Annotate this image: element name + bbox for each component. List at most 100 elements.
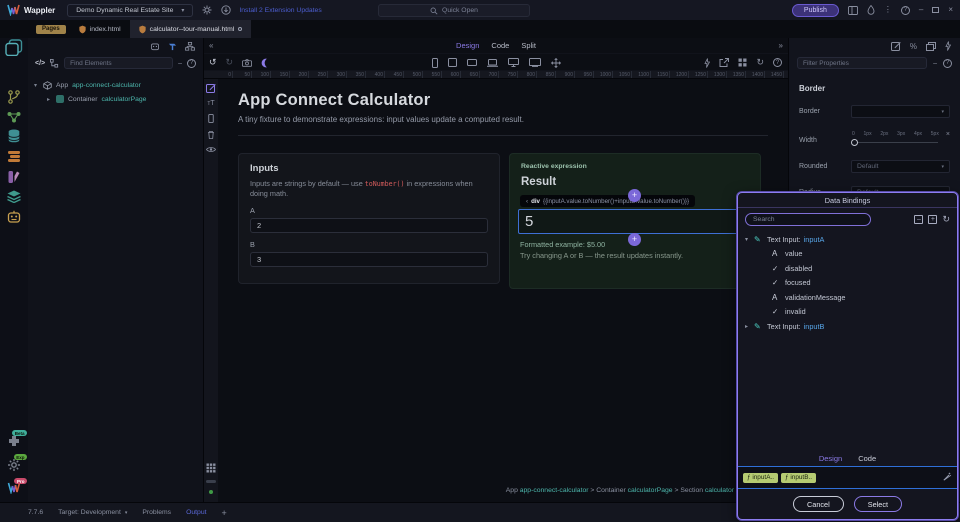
layout-columns-icon[interactable] xyxy=(848,6,858,15)
refresh-bindings-icon[interactable]: ↻ xyxy=(942,215,950,224)
chevron-right-icon[interactable]: ▸ xyxy=(745,323,754,330)
extension-updates-link[interactable]: Install 2 Extension Updates xyxy=(239,7,321,14)
clear-width-icon[interactable]: × xyxy=(946,131,950,138)
settings-panel-gear-icon[interactable]: Exp xyxy=(7,458,21,472)
panel-resize-handle[interactable] xyxy=(206,480,216,483)
format-painter-icon[interactable] xyxy=(168,42,177,51)
insert-plus-button[interactable]: + xyxy=(628,189,641,202)
device-desktop-icon[interactable] xyxy=(508,58,519,67)
device-phone-landscape-icon[interactable] xyxy=(467,59,477,66)
bindings-search-input[interactable] xyxy=(745,213,871,226)
device-tv-icon[interactable] xyxy=(529,58,541,67)
sitemap-icon[interactable] xyxy=(185,42,195,51)
fit-to-screen-icon[interactable] xyxy=(551,58,561,68)
modified-indicator-icon[interactable] xyxy=(238,27,242,31)
tab-design[interactable]: Design xyxy=(456,41,479,50)
device-phone-icon[interactable] xyxy=(432,58,438,68)
tab-code[interactable]: Code xyxy=(491,41,509,50)
binding-row[interactable]: Avalue xyxy=(738,247,957,262)
components-grid-icon[interactable] xyxy=(738,58,747,67)
chevron-down-icon[interactable]: ▾ xyxy=(745,236,754,243)
font-size-icon[interactable]: TT xyxy=(207,100,214,107)
server-connect-icon[interactable] xyxy=(7,150,21,163)
tab-split[interactable]: Split xyxy=(521,41,536,50)
find-elements-input[interactable] xyxy=(64,57,173,69)
binding-row[interactable]: ✓focused xyxy=(738,276,957,291)
help-icon[interactable]: ? xyxy=(187,59,196,68)
select-button[interactable]: Select xyxy=(854,496,902,512)
edit-element-icon[interactable] xyxy=(206,83,216,93)
add-panel-icon[interactable]: + xyxy=(221,508,226,518)
tree-row-container[interactable]: ▸ Container calculatorPage xyxy=(32,92,199,106)
result-value[interactable]: 5 xyxy=(518,209,751,234)
edit-properties-icon[interactable] xyxy=(891,41,901,51)
cancel-button[interactable]: Cancel xyxy=(793,496,844,512)
expression-chip[interactable]: ƒ inputA.. xyxy=(743,473,778,483)
percent-binding-icon[interactable]: % xyxy=(910,42,917,51)
quick-open-button[interactable]: Quick Open xyxy=(378,4,530,17)
binding-row[interactable]: ✓disabled xyxy=(738,261,957,276)
binding-row[interactable]: AvalidationMessage xyxy=(738,290,957,305)
rounded-dropdown[interactable]: Default▾ xyxy=(851,160,950,173)
output-tab[interactable]: Output xyxy=(186,509,206,516)
extensions-puzzle-icon[interactable]: Beta xyxy=(7,434,21,448)
code-view-icon[interactable]: </> xyxy=(35,60,45,67)
grid-apps-icon[interactable] xyxy=(206,463,216,473)
device-tablet-icon[interactable] xyxy=(448,58,457,67)
wappler-pro-icon[interactable]: Pro xyxy=(7,482,21,494)
help-icon[interactable]: ? xyxy=(943,59,952,68)
publish-button[interactable]: Publish xyxy=(792,4,839,17)
git-branch-icon[interactable] xyxy=(8,90,21,104)
design-tools-icon[interactable] xyxy=(8,170,21,184)
minimize-icon[interactable]: – xyxy=(919,6,923,14)
tab-index-html[interactable]: index.html xyxy=(70,20,130,38)
binding-row[interactable]: ▾✎Text Input:inputA xyxy=(738,232,957,247)
workflow-nodes-icon[interactable] xyxy=(7,111,21,123)
trash-icon[interactable] xyxy=(207,130,215,139)
project-selector[interactable]: Demo Dynamic Real Estate Site ▾ xyxy=(67,4,193,17)
collapse-minus-icon[interactable]: – xyxy=(178,60,182,67)
layers-icon[interactable] xyxy=(7,190,22,203)
expression-field[interactable]: ƒ inputA..ƒ inputB.. xyxy=(738,466,957,489)
dynamic-lightning-icon[interactable] xyxy=(945,41,951,51)
ai-assistant-icon[interactable] xyxy=(150,42,160,51)
target-selector[interactable]: Target: Development xyxy=(58,509,121,516)
back-icon[interactable]: ‹ xyxy=(526,198,528,205)
close-icon[interactable]: × xyxy=(948,6,953,14)
visibility-eye-icon[interactable] xyxy=(206,146,216,153)
kebab-menu-icon[interactable]: ⋮ xyxy=(884,6,892,14)
help-icon[interactable]: ? xyxy=(901,6,910,15)
maximize-icon[interactable] xyxy=(932,7,939,13)
breadcrumb-item[interactable]: calculator xyxy=(705,487,734,494)
update-download-icon[interactable] xyxy=(221,5,231,15)
breadcrumb-item[interactable]: app-connect-calculator xyxy=(520,487,589,494)
input-a-field[interactable] xyxy=(250,218,488,233)
selected-element-toolbar[interactable]: ‹ div {{inputA.value.toNumber()+inputB.v… xyxy=(520,195,695,207)
border-dropdown[interactable]: ▾ xyxy=(851,105,950,118)
tree-view-icon[interactable] xyxy=(50,59,59,68)
tab-code[interactable]: Code xyxy=(858,454,876,463)
device-preview-icon[interactable] xyxy=(208,114,214,123)
stacked-panels-icon[interactable] xyxy=(926,42,936,51)
theme-droplet-icon[interactable] xyxy=(867,5,875,15)
open-in-browser-icon[interactable] xyxy=(719,58,729,67)
problems-tab[interactable]: Problems xyxy=(142,509,171,516)
binding-row[interactable]: ▸✎Text Input:inputB xyxy=(738,319,957,334)
breadcrumb-item[interactable]: calculatorPage xyxy=(628,487,673,494)
chevron-right-icon[interactable]: ▸ xyxy=(45,96,52,103)
actions-lightning-icon[interactable] xyxy=(704,58,710,68)
database-icon[interactable] xyxy=(8,129,21,143)
input-b-field[interactable] xyxy=(250,252,488,267)
pages-panel-icon[interactable] xyxy=(5,39,23,56)
tab-calculator-tour-manual-html[interactable]: calculator--tour-manual.html xyxy=(130,20,252,38)
tab-design[interactable]: Design xyxy=(819,454,842,463)
tree-row-app[interactable]: ▾ App app-connect-calculator xyxy=(32,78,199,92)
collapse-minus-icon[interactable]: – xyxy=(933,60,937,67)
chevron-down-icon[interactable]: ▾ xyxy=(32,82,39,89)
refresh-icon[interactable]: ↻ xyxy=(756,58,764,67)
format-expression-icon[interactable] xyxy=(943,472,952,481)
filter-properties-input[interactable] xyxy=(797,57,927,69)
expression-chip[interactable]: ƒ inputB.. xyxy=(781,473,816,483)
ai-robot-icon[interactable] xyxy=(7,210,22,224)
help-icon[interactable]: ? xyxy=(773,58,782,67)
